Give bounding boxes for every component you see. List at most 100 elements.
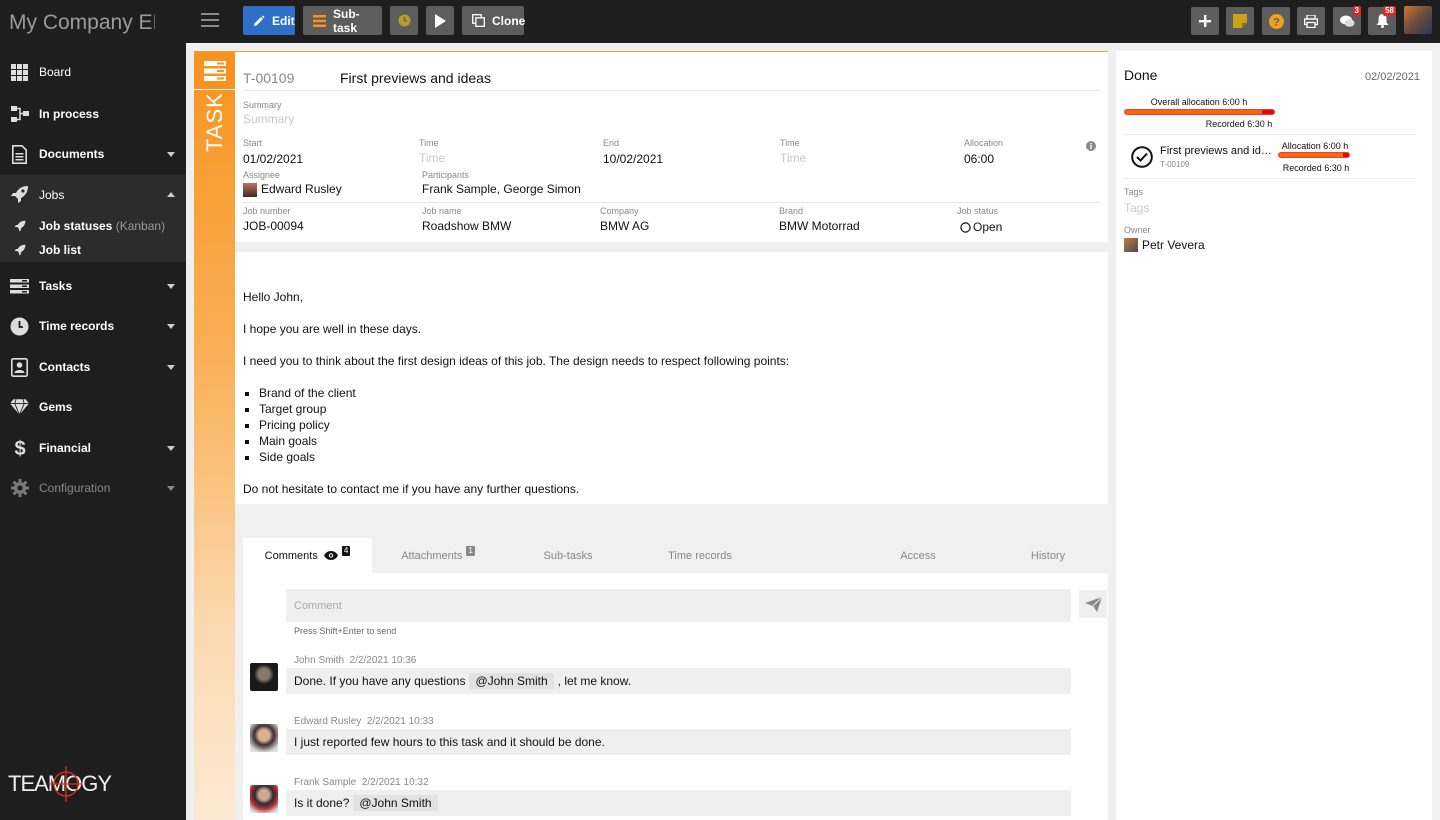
edit-label: Edit: [272, 13, 295, 28]
sidebar-item-documents[interactable]: Documents: [0, 134, 186, 174]
document-icon: [10, 144, 29, 164]
sidebar-item-financial[interactable]: $ Financial: [0, 428, 186, 468]
tab-time-records[interactable]: Time records: [633, 538, 767, 573]
sidebar-item-tasks[interactable]: Tasks: [0, 266, 186, 306]
open-circle-icon: [960, 222, 971, 233]
end-date-field[interactable]: 10/02/2021: [603, 152, 663, 166]
sidebar-item-label: Documents: [39, 147, 105, 161]
company-value[interactable]: BMW AG: [600, 219, 649, 233]
sidebar-subitem-job-list[interactable]: Job list: [0, 238, 186, 262]
tab-history[interactable]: History: [983, 538, 1108, 573]
info-icon[interactable]: [1086, 141, 1096, 151]
play-button[interactable]: [426, 6, 454, 35]
sidebar-item-contacts[interactable]: Contacts: [0, 347, 186, 387]
sidebar-subitem-label: Job list: [39, 243, 82, 257]
svg-text:$: $: [14, 438, 25, 459]
gear-icon: [10, 479, 29, 498]
comment-input[interactable]: Comment: [286, 589, 1071, 622]
comment-date: 2/2/2021: [361, 777, 401, 788]
clone-button[interactable]: Clone: [462, 6, 525, 35]
comment-time: 10:36: [391, 655, 417, 666]
allocation-label: Allocation: [964, 138, 1004, 148]
notifications-button[interactable]: 58: [1368, 6, 1396, 35]
tab-access[interactable]: Access: [853, 538, 983, 573]
start-date-field[interactable]: 01/02/2021: [243, 152, 303, 166]
user-avatar[interactable]: [1404, 6, 1432, 34]
sidebar-item-in-process[interactable]: In process: [0, 94, 186, 134]
end-label: End: [603, 138, 620, 148]
company-label: Company: [600, 206, 639, 216]
status-title[interactable]: Done: [1124, 67, 1157, 83]
edit-button[interactable]: Edit: [243, 6, 295, 35]
comment-text-part: Is it done?: [294, 796, 350, 810]
print-button[interactable]: [1297, 7, 1325, 35]
sidebar-item-label: Financial: [39, 441, 92, 455]
job-status-label: Job status: [957, 206, 999, 216]
chat-button[interactable]: 3: [1333, 6, 1361, 35]
start-time-field[interactable]: Time: [419, 151, 445, 165]
list-item: Main goals: [259, 433, 1093, 449]
chat-badge: 3: [1352, 6, 1361, 16]
end-time-label: Time: [780, 138, 800, 148]
mention[interactable]: @John Smith: [469, 673, 554, 689]
allocation-field[interactable]: 06:00: [964, 152, 994, 166]
divider: [1124, 178, 1416, 179]
comment-item: Frank Sample 2/2/2021 10:32 Is it done? @…: [250, 777, 1080, 820]
brand-value[interactable]: BMW Motorrad: [779, 219, 860, 233]
right-panel: Done 02/02/2021 Overall allocation 6:00 …: [1116, 51, 1432, 820]
add-button[interactable]: [1191, 7, 1219, 35]
overall-allocation-label: Overall allocation 6:00 h: [1150, 97, 1248, 107]
tags-field[interactable]: Tags: [1124, 201, 1149, 215]
sidebar-item-label: Gems: [39, 400, 73, 414]
subtask-button[interactable]: Sub-task: [303, 6, 382, 35]
timer-button[interactable]: [390, 6, 418, 35]
comment-text-part: , let me know.: [557, 674, 632, 688]
participants-field[interactable]: Frank Sample, George Simon: [422, 182, 581, 196]
sidebar-subitem-job-statuses[interactable]: Job statuses (Kanban): [0, 214, 186, 238]
job-name-value[interactable]: Roadshow BMW: [422, 219, 511, 233]
message-line: I need you to think about the first desi…: [243, 354, 790, 368]
tab-attachments[interactable]: Attachments 1: [373, 538, 503, 573]
task-title[interactable]: First previews and ideas: [340, 70, 491, 86]
sidebar-item-configuration[interactable]: Configuration: [0, 468, 186, 508]
end-time-field[interactable]: Time: [780, 151, 806, 165]
comment-meta: Edward Rusley 2/2/2021 10:33: [294, 716, 434, 727]
tab-comments[interactable]: Comments 4: [243, 538, 372, 573]
check-circle-icon[interactable]: [1131, 146, 1153, 168]
play-icon: [433, 13, 447, 28]
chevron-down-icon: [167, 323, 175, 329]
send-icon: [1084, 596, 1102, 612]
assignee-field[interactable]: Edward Rusley: [261, 182, 342, 196]
overall-recorded-label: Recorded 6:30 h: [1205, 119, 1273, 129]
app-title[interactable]: My Company EI: [9, 11, 155, 35]
tab-label: Attachments: [401, 549, 463, 562]
contact-card-icon: [10, 357, 29, 377]
summary-field[interactable]: Summary: [243, 112, 294, 126]
tab-sub-tasks[interactable]: Sub-tasks: [503, 538, 633, 573]
flow-icon: [10, 105, 29, 124]
hamburger-menu-icon[interactable]: [201, 13, 219, 29]
comment-author: Frank Sample: [294, 777, 357, 788]
avatar: [250, 724, 278, 752]
chevron-up-icon: [167, 192, 175, 197]
task-strip-label: TASK: [202, 92, 227, 152]
help-button[interactable]: ?: [1262, 7, 1290, 35]
comment-date: 2/2/2021: [366, 716, 406, 727]
task-panel: TASK T-00109 First previews and ideas Su…: [194, 51, 1108, 820]
plus-icon: [1199, 15, 1211, 27]
owner-value[interactable]: Petr Vevera: [1142, 238, 1205, 252]
chevron-down-icon: [167, 283, 175, 289]
comment-date: 2/2/2021: [349, 655, 389, 666]
sidebar-item-board[interactable]: Board: [0, 52, 186, 92]
sidebar-item-gems[interactable]: Gems: [0, 387, 186, 427]
subtask-title[interactable]: First previews and ideas: [1160, 145, 1274, 157]
list-item: Side goals: [259, 449, 1093, 465]
eye-icon: [323, 551, 338, 560]
sticky-note-button[interactable]: [1226, 7, 1254, 35]
sidebar-item-jobs[interactable]: Jobs: [0, 175, 186, 215]
mention[interactable]: @John Smith: [353, 795, 438, 811]
tasks-icon: [10, 277, 29, 296]
job-number-value[interactable]: JOB-00094: [243, 219, 304, 233]
sidebar-item-time-records[interactable]: Time records: [0, 306, 186, 346]
send-button[interactable]: [1079, 590, 1107, 618]
